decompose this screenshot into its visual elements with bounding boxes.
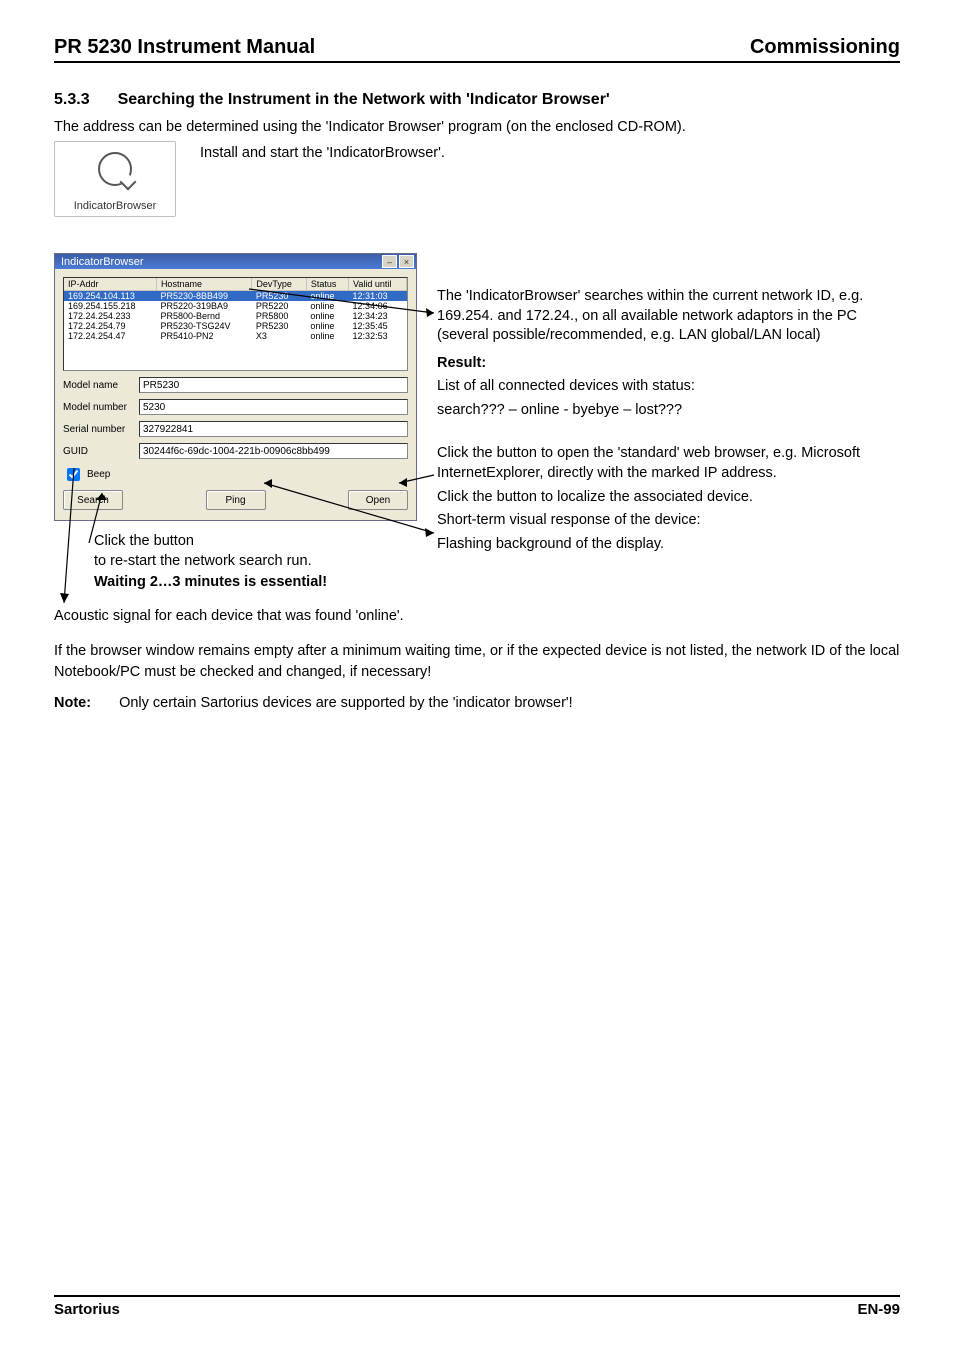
- after-p2: If the browser window remains empty afte…: [54, 641, 900, 683]
- minimize-button[interactable]: –: [382, 255, 397, 268]
- right-p5: Click the button to localize the associa…: [437, 488, 900, 508]
- table-row[interactable]: 172.24.254.79 PR5230-TSG24V PR5230 onlin…: [64, 321, 407, 331]
- model-number-label: Model number: [63, 402, 133, 413]
- section-number: 5.3.3: [54, 91, 90, 109]
- section-title: Searching the Instrument in the Network …: [118, 91, 610, 109]
- cell-ip: 172.24.254.233: [64, 311, 156, 321]
- col-status[interactable]: Status: [306, 278, 348, 291]
- guid-field[interactable]: [139, 443, 408, 459]
- right-p2: List of all connected devices with statu…: [437, 377, 900, 397]
- page-footer: Sartorius EN-99: [54, 1295, 900, 1318]
- chapter-title: Commissioning: [750, 36, 900, 59]
- cell-type: PR5220: [252, 301, 306, 311]
- page-header: PR 5230 Instrument Manual Commissioning: [54, 36, 900, 63]
- col-host[interactable]: Hostname: [156, 278, 251, 291]
- model-number-field[interactable]: [139, 399, 408, 415]
- cell-valid: 12:34:23: [349, 311, 407, 321]
- desktop-icon-label: IndicatorBrowser: [74, 200, 157, 212]
- intro-text: The address can be determined using the …: [54, 119, 900, 135]
- beep-label: Beep: [87, 469, 110, 480]
- close-button[interactable]: ×: [399, 255, 414, 268]
- footer-left: Sartorius: [54, 1301, 120, 1318]
- cell-host: PR5800-Bernd: [156, 311, 251, 321]
- cell-type: PR5230: [252, 291, 306, 302]
- open-button[interactable]: Open: [348, 490, 408, 510]
- callout-line2: to re-start the network search run.: [94, 551, 417, 571]
- window-title: IndicatorBrowser: [61, 256, 144, 268]
- beep-checkbox[interactable]: [67, 468, 80, 481]
- cell-type: PR5800: [252, 311, 306, 321]
- result-label: Result:: [437, 354, 900, 374]
- search-button[interactable]: Search: [63, 490, 123, 510]
- section-heading: 5.3.3 Searching the Instrument in the Ne…: [54, 91, 900, 109]
- install-line: Install and start the 'IndicatorBrowser'…: [200, 141, 445, 161]
- after-p1: Acoustic signal for each device that was…: [54, 606, 900, 627]
- cell-host: PR5410-PN2: [156, 331, 251, 341]
- note-label: Note:: [54, 693, 91, 714]
- cell-ip: 169.254.155.218: [64, 301, 156, 311]
- guid-label: GUID: [63, 446, 133, 457]
- cell-valid: 12:32:53: [349, 331, 407, 341]
- serial-label: Serial number: [63, 424, 133, 435]
- table-row[interactable]: 172.24.254.233 PR5800-Bernd PR5800 onlin…: [64, 311, 407, 321]
- callout-line1: Click the button: [94, 531, 417, 551]
- cell-valid: 12:31:03: [349, 291, 407, 302]
- cell-status: online: [306, 331, 348, 341]
- cell-status: online: [306, 321, 348, 331]
- right-p3: search??? – online - byebye – lost???: [437, 401, 900, 421]
- cell-ip: 169.254.104.113: [64, 291, 156, 302]
- cell-host: PR5230-8BB499: [156, 291, 251, 302]
- right-p1: The 'IndicatorBrowser' searches within t…: [437, 287, 900, 346]
- model-name-field[interactable]: [139, 377, 408, 393]
- cell-ip: 172.24.254.47: [64, 331, 156, 341]
- cell-valid: 12:35:45: [349, 321, 407, 331]
- note-text: Only certain Sartorius devices are suppo…: [119, 693, 573, 714]
- col-type[interactable]: DevType: [252, 278, 306, 291]
- device-listview[interactable]: IP-Addr Hostname DevType Status Valid un…: [63, 277, 408, 371]
- table-row[interactable]: 169.254.104.113 PR5230-8BB499 PR5230 onl…: [64, 291, 407, 302]
- model-name-label: Model name: [63, 380, 133, 391]
- indicator-browser-window: IndicatorBrowser – × IP-Addr Hostname De…: [54, 253, 417, 521]
- indicator-browser-desktop-icon[interactable]: IndicatorBrowser: [54, 141, 176, 217]
- serial-field[interactable]: [139, 421, 408, 437]
- cell-status: online: [306, 291, 348, 302]
- col-valid[interactable]: Valid until: [349, 278, 407, 291]
- cell-type: PR5230: [252, 321, 306, 331]
- cell-status: online: [306, 301, 348, 311]
- cell-host: PR5220-319BA9: [156, 301, 251, 311]
- cell-host: PR5230-TSG24V: [156, 321, 251, 331]
- table-row[interactable]: 169.254.155.218 PR5220-319BA9 PR5220 onl…: [64, 301, 407, 311]
- table-row[interactable]: 172.24.254.47 PR5410-PN2 X3 online 12:32…: [64, 331, 407, 341]
- cell-valid: 12:34:06: [349, 301, 407, 311]
- right-p6: Short-term visual response of the device…: [437, 511, 900, 531]
- manual-title: PR 5230 Instrument Manual: [54, 36, 315, 59]
- ping-button[interactable]: Ping: [206, 490, 266, 510]
- footer-right: EN-99: [857, 1301, 900, 1318]
- cell-type: X3: [252, 331, 306, 341]
- window-titlebar: IndicatorBrowser – ×: [55, 254, 416, 269]
- cell-status: online: [306, 311, 348, 321]
- program-icon: [98, 152, 132, 186]
- callout-line3: Waiting 2…3 minutes is essential!: [94, 572, 417, 592]
- cell-ip: 172.24.254.79: [64, 321, 156, 331]
- right-p4: Click the button to open the 'standard' …: [437, 444, 900, 483]
- right-p7: Flashing background of the display.: [437, 535, 900, 555]
- search-callout: Click the button to re-start the network…: [94, 531, 417, 592]
- col-ip[interactable]: IP-Addr: [64, 278, 156, 291]
